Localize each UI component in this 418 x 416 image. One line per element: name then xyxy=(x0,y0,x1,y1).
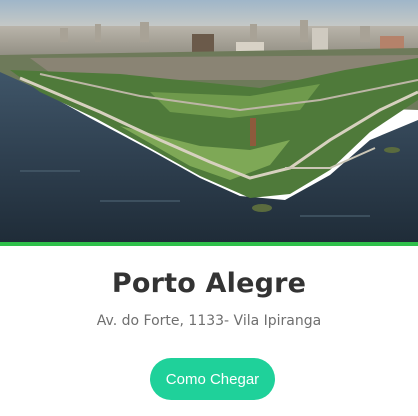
directions-button[interactable]: Como Chegar xyxy=(150,358,275,400)
aerial-city-photo xyxy=(0,0,418,242)
location-title: Porto Alegre xyxy=(111,268,307,299)
accent-divider xyxy=(0,242,418,246)
location-address: Av. do Forte, 1133- Vila Ipiranga xyxy=(96,313,322,329)
location-card: Porto Alegre Av. do Forte, 1133- Vila Ip… xyxy=(0,0,418,416)
